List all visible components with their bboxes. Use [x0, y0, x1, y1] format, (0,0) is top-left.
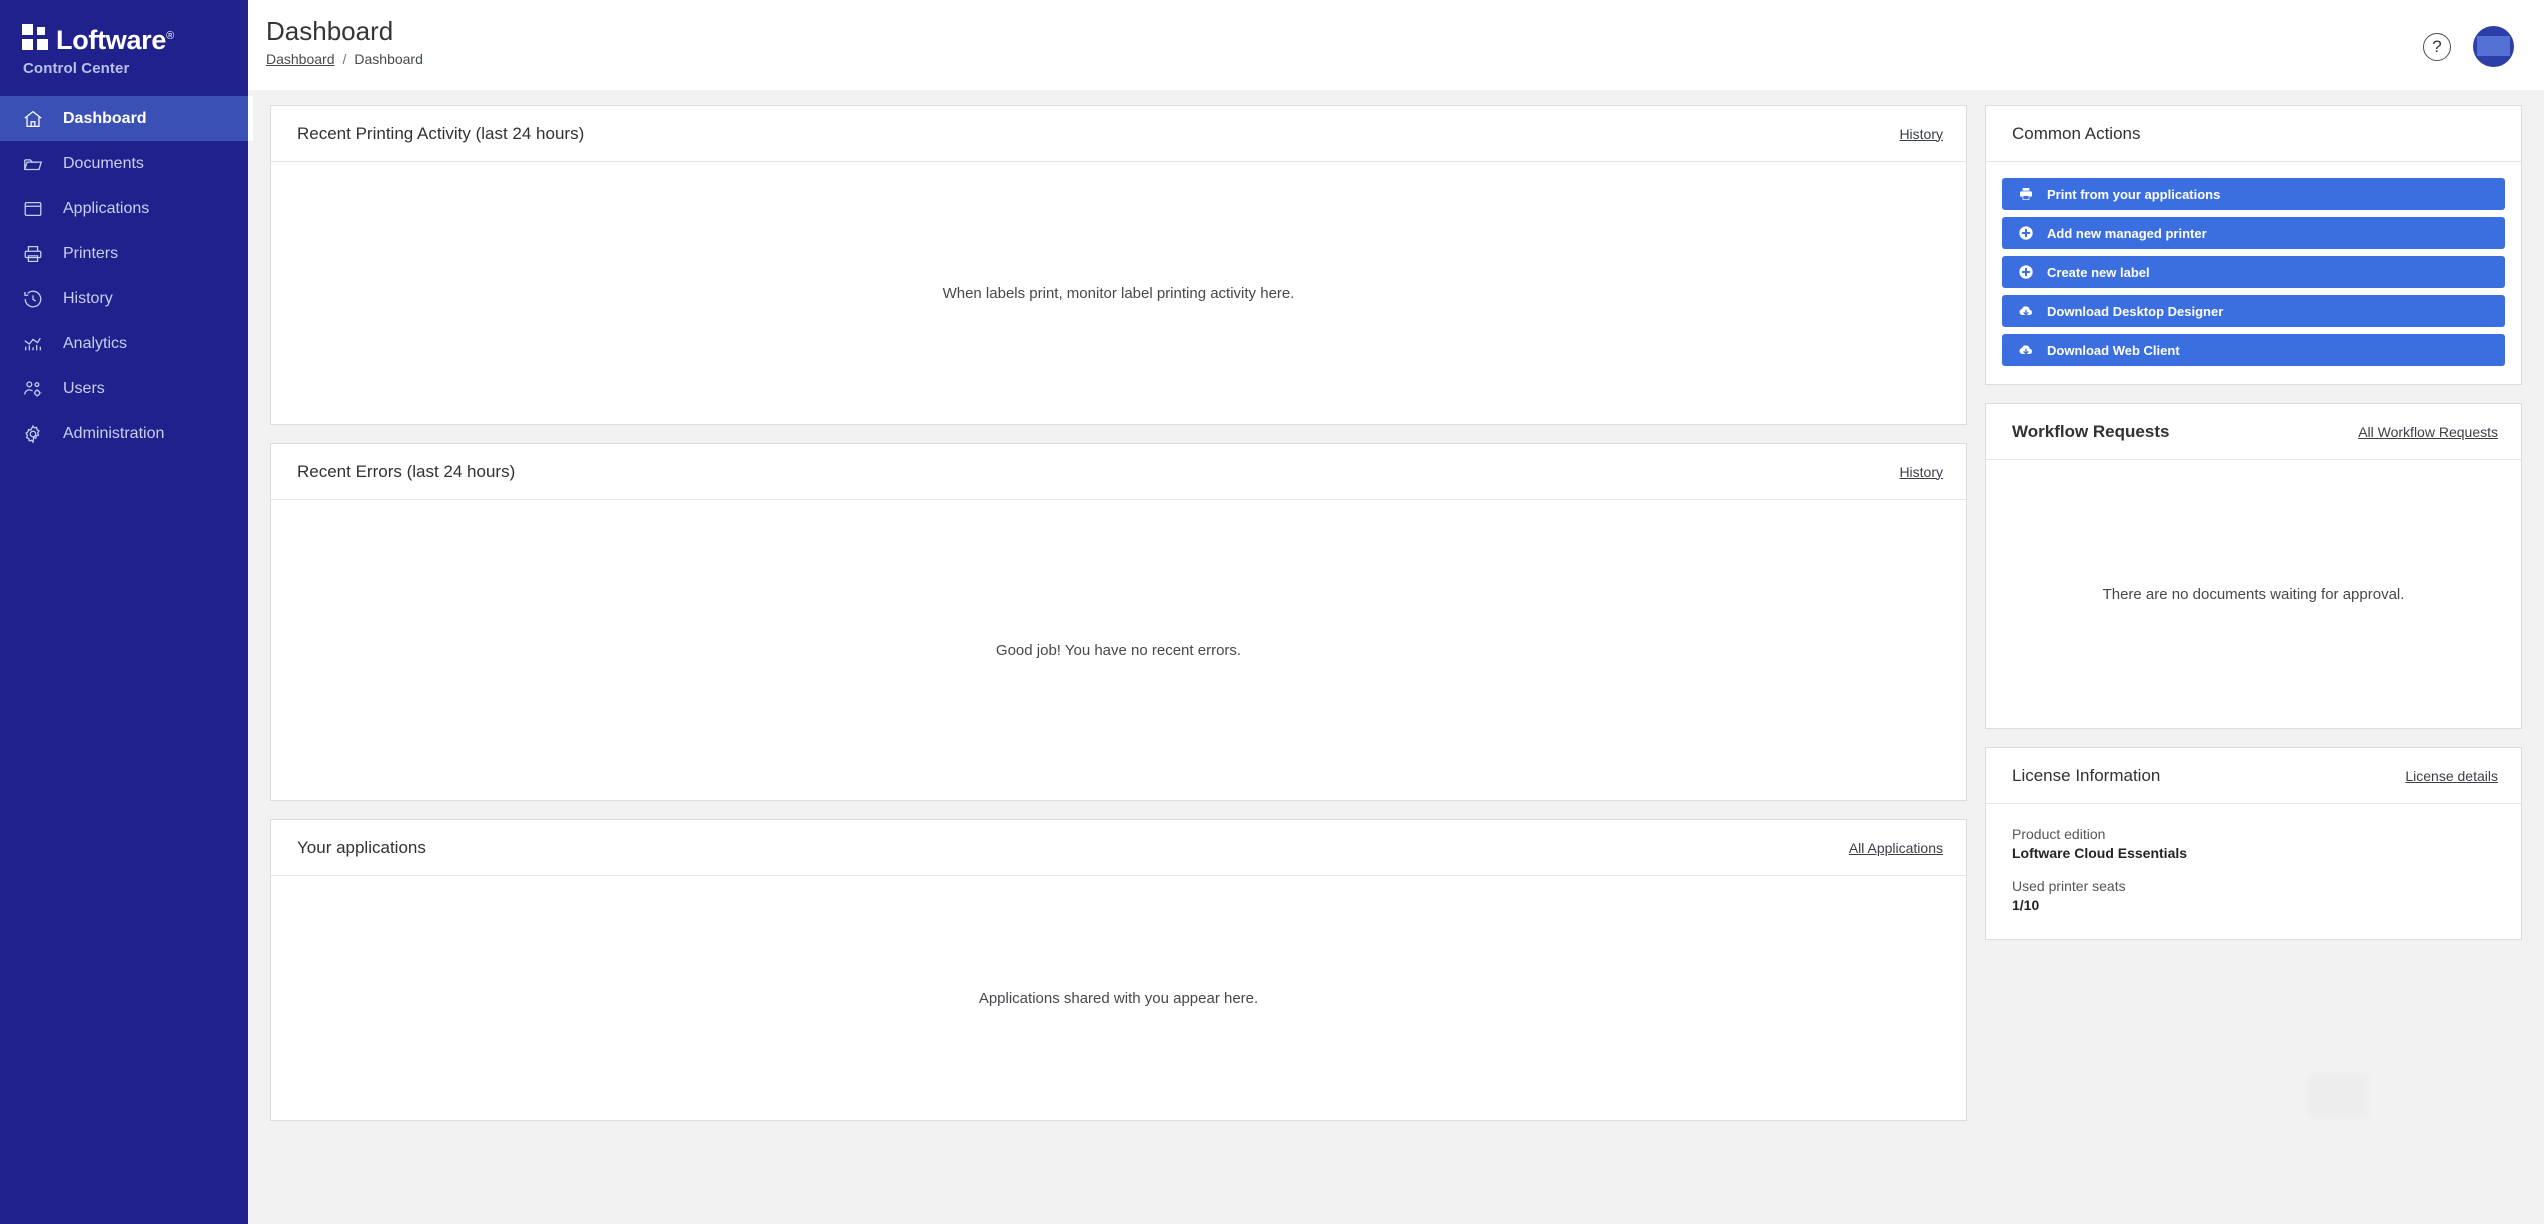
license-body: Product edition Loftware Cloud Essential…: [1986, 804, 2521, 939]
printer-icon: [22, 243, 44, 265]
home-icon: [22, 108, 44, 130]
app-root: Loftware® Control Center Dashboard Docum…: [0, 0, 2544, 1224]
breadcrumb-current: Dashboard: [354, 51, 423, 67]
sidebar: Loftware® Control Center Dashboard Docum…: [0, 0, 253, 1224]
plus-circle-icon: [2018, 264, 2034, 280]
sidebar-nav: Dashboard Documents Applications Printer…: [0, 96, 253, 456]
printer-icon: [2018, 186, 2034, 202]
window-icon: [22, 198, 44, 220]
product-edition-label: Product edition: [2012, 826, 2106, 842]
sidebar-item-label: Documents: [63, 154, 144, 172]
brand-block: Loftware® Control Center: [0, 0, 248, 90]
sidebar-item-applications[interactable]: Applications: [0, 186, 248, 231]
card-title: Workflow Requests: [2012, 421, 2170, 441]
license-details-link[interactable]: License details: [2405, 768, 2498, 784]
dashboard-content: Recent Printing Activity (last 24 hours)…: [248, 90, 2544, 1224]
card-title: Recent Errors (last 24 hours): [297, 461, 516, 481]
card-header: License Information License details: [1986, 748, 2521, 804]
sidebar-item-label: Users: [63, 379, 105, 397]
card-title: License Information: [2012, 765, 2161, 785]
sidebar-item-label: Analytics: [63, 334, 128, 352]
card-title: Common Actions: [2012, 123, 2141, 143]
workflow-requests-card: Workflow Requests All Workflow Requests …: [1985, 403, 2522, 729]
action-label: Add new managed printer: [2047, 225, 2207, 241]
download-desktop-designer-button[interactable]: Download Desktop Designer: [2002, 295, 2505, 327]
main-region: Dashboard Dashboard / Dashboard ? Recent P…: [248, 0, 2544, 1224]
background-watermark: [2307, 1073, 2369, 1119]
card-header: Common Actions: [1986, 106, 2521, 162]
breadcrumb: Dashboard / Dashboard: [266, 51, 423, 67]
sidebar-item-history[interactable]: History: [0, 276, 248, 321]
plus-circle-icon: [2018, 225, 2034, 241]
brand-trademark: ®: [166, 30, 174, 42]
breadcrumb-separator: /: [342, 51, 347, 67]
sidebar-item-documents[interactable]: Documents: [0, 141, 248, 186]
action-label: Download Desktop Designer: [2047, 303, 2224, 319]
workflow-empty-state: There are no documents waiting for appro…: [2102, 585, 2405, 603]
users-icon: [22, 378, 44, 400]
topbar-left: Dashboard Dashboard / Dashboard: [266, 10, 423, 67]
sidebar-item-printers[interactable]: Printers: [0, 231, 248, 276]
printing-history-link[interactable]: History: [1899, 126, 1943, 142]
print-from-applications-button[interactable]: Print from your applications: [2002, 178, 2505, 210]
product-edition-value: Loftware Cloud Essentials: [2012, 845, 2188, 861]
topbar: Dashboard Dashboard / Dashboard ?: [248, 0, 2544, 90]
sidebar-item-dashboard[interactable]: Dashboard: [0, 96, 253, 141]
breadcrumb-root-link[interactable]: Dashboard: [266, 51, 335, 67]
topbar-right: ?: [2423, 26, 2514, 67]
avatar[interactable]: [2473, 26, 2514, 67]
card-header: Recent Errors (last 24 hours) History: [271, 444, 1966, 500]
errors-history-link[interactable]: History: [1899, 464, 1943, 480]
folder-icon: [22, 153, 44, 175]
sidebar-item-label: History: [63, 289, 113, 307]
action-label: Print from your applications: [2047, 186, 2221, 202]
create-new-label-button[interactable]: Create new label: [2002, 256, 2505, 288]
sidebar-item-label: Dashboard: [63, 109, 147, 127]
sidebar-item-label: Administration: [63, 424, 165, 442]
sidebar-item-administration[interactable]: Administration: [0, 411, 248, 456]
used-printer-seats-value: 1/10: [2012, 897, 2040, 913]
add-new-managed-printer-button[interactable]: Add new managed printer: [2002, 217, 2505, 249]
applications-empty-state: Applications shared with you appear here…: [978, 989, 1259, 1007]
used-printer-seats-label: Used printer seats: [2012, 878, 2126, 894]
cloud-download-icon: [2018, 303, 2034, 319]
action-label: Create new label: [2047, 264, 2150, 280]
brand-name: Loftware®: [56, 22, 174, 54]
sidebar-item-label: Applications: [63, 199, 150, 217]
help-icon[interactable]: ?: [2423, 32, 2451, 61]
card-header: Recent Printing Activity (last 24 hours)…: [271, 106, 1966, 162]
recent-printing-activity-card: Recent Printing Activity (last 24 hours)…: [270, 105, 1967, 425]
license-information-card: License Information License details Prod…: [1985, 747, 2522, 940]
common-actions-card: Common Actions Print from your applicati…: [1985, 105, 2522, 385]
card-header: Your applications All Applications: [271, 820, 1966, 876]
your-applications-card: Your applications All Applications Appli…: [270, 819, 1967, 1121]
page-title: Dashboard: [266, 16, 394, 46]
printing-empty-state: When labels print, monitor label printin…: [942, 284, 1295, 302]
sidebar-item-analytics[interactable]: Analytics: [0, 321, 248, 366]
card-title: Recent Printing Activity (last 24 hours): [297, 123, 585, 143]
cloud-download-icon: [2018, 342, 2034, 358]
download-web-client-button[interactable]: Download Web Client: [2002, 334, 2505, 366]
sidebar-item-users[interactable]: Users: [0, 366, 248, 411]
sidebar-item-label: Printers: [63, 244, 119, 262]
chart-icon: [22, 333, 44, 355]
recent-errors-card: Recent Errors (last 24 hours) History Go…: [270, 443, 1967, 801]
all-applications-link[interactable]: All Applications: [1849, 840, 1943, 856]
action-label: Download Web Client: [2047, 342, 2180, 358]
all-workflow-requests-link[interactable]: All Workflow Requests: [2358, 424, 2498, 440]
card-title: Your applications: [297, 837, 426, 857]
gear-icon: [22, 423, 44, 445]
brand-subtitle: Control Center: [23, 60, 130, 77]
clock-icon: [22, 288, 44, 310]
loftware-logo-icon: [22, 24, 48, 50]
dashboard-main-column: Recent Printing Activity (last 24 hours)…: [270, 105, 1967, 1224]
brand-name-text: Loftware: [56, 25, 167, 55]
common-actions-list: Print from your applications Add new man…: [1986, 162, 2521, 384]
errors-empty-state: Good job! You have no recent errors.: [995, 641, 1242, 659]
dashboard-side-column: Common Actions Print from your applicati…: [1985, 105, 2522, 1224]
card-header: Workflow Requests All Workflow Requests: [1986, 404, 2521, 460]
